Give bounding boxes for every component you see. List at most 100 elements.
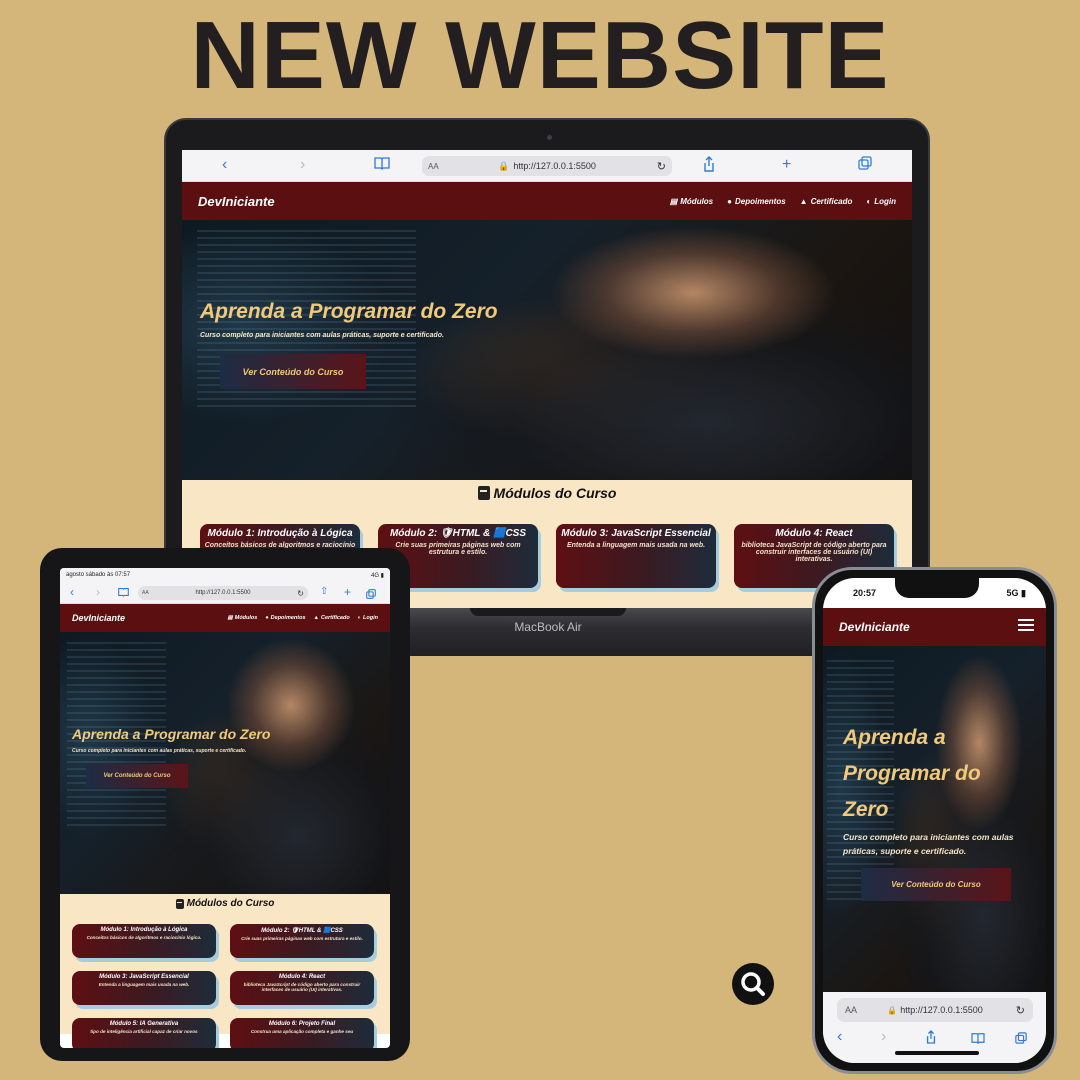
module-card[interactable]: Módulo 6: Projeto Final Construa uma apl…	[230, 1018, 374, 1048]
status-signal: 4G ▮	[371, 572, 384, 579]
hero-section: Aprenda a Programar do Zero Curso comple…	[823, 646, 1046, 992]
phone-screen: 20:57 5G ▮ DevIniciante Aprenda a Progra…	[823, 578, 1046, 1063]
url-text: http://127.0.0.1:5500	[195, 590, 251, 596]
module-card[interactable]: Módulo 2: 🛡HTML & 🟦CSS Crie suas primeir…	[230, 924, 374, 958]
hero-section: Aprenda a Programar do Zero Curso comple…	[60, 632, 390, 894]
share-icon[interactable]	[702, 156, 716, 177]
tabs-overview-icon[interactable]	[366, 586, 376, 604]
text-size-aa[interactable]: AA	[142, 590, 149, 596]
browser-toolbar: ‹ › AA 🔒 http://127.0.0.1:5500 ↻ +	[182, 150, 912, 182]
new-tab-plus-icon[interactable]: +	[782, 156, 791, 174]
hamburger-menu-icon[interactable]	[1018, 618, 1034, 636]
hero-section: Aprenda a Programar do Zero Curso comple…	[182, 220, 912, 480]
nav-link-depoimentos[interactable]: ● Depoimentos	[265, 615, 305, 621]
lock-icon: 🔒	[498, 160, 510, 171]
share-icon[interactable]: ⇧	[320, 586, 328, 597]
hero-cta-button[interactable]: Ver Conteúdo do Curso	[86, 764, 188, 788]
reader-book-icon[interactable]	[118, 587, 129, 600]
hero-cta-button[interactable]: Ver Conteúdo do Curso	[861, 868, 1011, 901]
module-card-description: Conceitos básicos de algoritmos e racioc…	[86, 935, 202, 940]
module-card-title: Módulo 2: 🛡HTML & 🟦CSS	[389, 528, 527, 539]
zoom-search-icon[interactable]	[732, 963, 774, 1005]
book-icon: ▤	[669, 196, 678, 206]
module-card-title: Módulo 5: IA Generativa	[109, 1021, 179, 1027]
chat-bubble-icon: ●	[265, 615, 269, 621]
address-bar[interactable]: AA http://127.0.0.1:5500 ↻	[138, 586, 308, 600]
module-card[interactable]: Módulo 1: Introdução à Lógica Conceitos …	[72, 924, 216, 958]
reader-book-icon[interactable]	[971, 1031, 985, 1049]
module-card[interactable]: Módulo 3: JavaScript Essencial Entenda a…	[556, 524, 716, 588]
module-card-description: Entenda a linguagem mais usada na web.	[98, 982, 190, 987]
module-card-title: Módulo 3: JavaScript Essencial	[99, 974, 189, 980]
module-card-title: Módulo 4: React	[775, 528, 853, 539]
module-card-description: Entenda a linguagem mais usada na web.	[566, 542, 706, 549]
reload-icon[interactable]: ↻	[1016, 1004, 1025, 1017]
module-card-title: Módulo 1: Introdução à Lógica	[100, 927, 188, 933]
book-icon: ▤	[227, 615, 233, 621]
module-card[interactable]: Módulo 4: React biblioteca JavaScript de…	[230, 971, 374, 1005]
headline: NEW WEBSITE	[190, 2, 890, 109]
chat-bubble-icon: ●	[727, 196, 732, 206]
nav-link-certificado[interactable]: ▲ Certificado	[314, 615, 350, 621]
nav-link-modulos[interactable]: ▤ Módulos	[670, 197, 713, 206]
hero-subtitle: Curso completo para iniciantes com aulas…	[843, 832, 1014, 856]
hero-subtitle: Curso completo para iniciantes com aulas…	[200, 332, 444, 339]
forward-icon[interactable]: ›	[881, 1028, 886, 1046]
forward-icon[interactable]: ›	[96, 585, 100, 599]
status-bar: agosto sábado às 07:57 4G ▮	[60, 568, 390, 582]
share-icon[interactable]	[925, 1030, 937, 1049]
tabs-overview-icon[interactable]	[1015, 1031, 1027, 1049]
forward-icon[interactable]: ›	[300, 156, 305, 174]
back-icon[interactable]: ‹	[837, 1028, 842, 1046]
nav-link-depoimentos[interactable]: ● Depoimentos	[727, 197, 786, 206]
module-card-description: Crie suas primeiras páginas web com estr…	[395, 542, 521, 556]
tablet-screen: agosto sábado às 07:57 4G ▮ ‹ › AA http:…	[60, 568, 390, 1048]
user-icon: ◐	[866, 196, 872, 206]
hero-cta-button[interactable]: Ver Conteúdo do Curso	[220, 354, 366, 389]
tabs-overview-icon[interactable]	[858, 156, 872, 175]
nav-links: ▤ Módulos ● Depoimentos ▲ Certificado ◐ Logi…	[228, 615, 378, 621]
nav-link-login[interactable]: ◐ Login	[358, 615, 378, 621]
nav-links: ▤ Módulos ● Depoimentos ▲ Certificado ◐ Logi…	[670, 197, 896, 206]
brand-logo[interactable]: DevIniciante	[839, 620, 910, 634]
reload-icon[interactable]: ↻	[657, 160, 666, 173]
camera-dot	[547, 135, 552, 140]
hero-subtitle: Curso completo para iniciantes com aulas…	[72, 748, 247, 754]
text-size-aa[interactable]: AA	[845, 1005, 857, 1015]
book-icon	[175, 898, 184, 909]
back-icon[interactable]: ‹	[222, 156, 227, 174]
lock-icon: 🔒	[887, 1005, 898, 1015]
phone-device: 20:57 5G ▮ DevIniciante Aprenda a Progra…	[812, 567, 1057, 1074]
brand-logo[interactable]: DevIniciante	[72, 613, 125, 623]
module-card-title: Módulo 6: Projeto Final	[268, 1021, 336, 1027]
address-bar[interactable]: AA 🔒 http://127.0.0.1:5500 ↻	[422, 156, 672, 176]
module-card-title: Módulo 3: JavaScript Essencial	[561, 528, 711, 539]
status-time: 20:57	[853, 588, 877, 598]
reader-book-icon[interactable]	[374, 156, 390, 175]
modules-title: Módulos do Curso	[60, 894, 390, 909]
back-icon[interactable]: ‹	[70, 585, 74, 599]
text-size-aa[interactable]: AA	[428, 162, 439, 171]
module-card[interactable]: Módulo 5: IA Generativa tipo de inteligê…	[72, 1018, 216, 1048]
brand-logo[interactable]: DevIniciante	[198, 194, 275, 209]
module-card-description: biblioteca JavaScript de código aberto p…	[243, 982, 361, 992]
user-icon: ◐	[357, 615, 362, 621]
home-indicator	[895, 1051, 979, 1055]
nav-link-modulos[interactable]: ▤ Módulos	[228, 615, 258, 621]
module-card-description: tipo de inteligência artificial capaz de…	[90, 1029, 198, 1034]
reload-icon[interactable]: ↻	[297, 589, 304, 598]
laptop-hinge-notch	[470, 608, 626, 616]
site-navbar: DevIniciante ▤ Módulos ● Depoimentos ▲ Cert…	[182, 182, 912, 220]
graduation-cap-icon: ▲	[313, 615, 319, 621]
nav-link-login[interactable]: ◐ Login	[866, 197, 896, 206]
module-card-title: Módulo 4: React	[278, 974, 326, 980]
module-card-title: Módulo 1: Introdução à Lógica	[207, 528, 353, 539]
module-card[interactable]: Módulo 3: JavaScript Essencial Entenda a…	[72, 971, 216, 1005]
hero-title: Aprenda a Programar do Zero	[200, 300, 498, 323]
new-tab-plus-icon[interactable]: +	[344, 585, 351, 599]
modules-section: Módulos do Curso Módulo 1: Introdução à …	[60, 894, 390, 1048]
nav-link-certificado[interactable]: ▲ Certificado	[800, 197, 853, 206]
address-bar[interactable]: AA 🔒 http://127.0.0.1:5500 ↻	[837, 998, 1033, 1022]
tablet-device: agosto sábado às 07:57 4G ▮ ‹ › AA http:…	[40, 548, 410, 1061]
module-card-description: Construa uma aplicação completa e ganhe …	[250, 1029, 354, 1034]
